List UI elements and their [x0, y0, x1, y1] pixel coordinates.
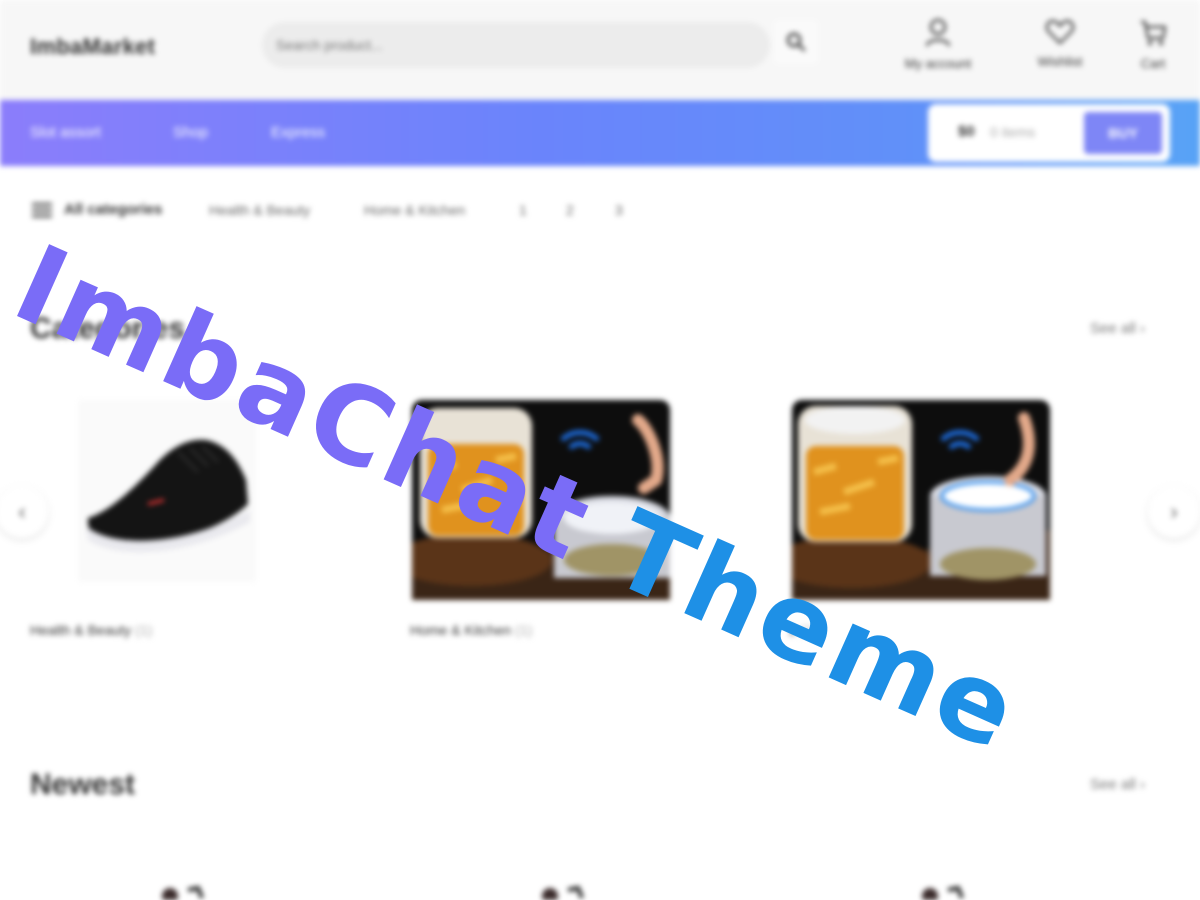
category-card-home-kitchen[interactable]	[392, 400, 670, 605]
nav-link-slot-assort[interactable]: Slot assort	[30, 124, 101, 141]
all-categories-button[interactable]: All categories	[32, 201, 162, 218]
my-account-label: My account	[904, 56, 972, 71]
wishlist-button[interactable]: Wishlist	[1025, 18, 1095, 69]
category-card-label[interactable]: Home & Kitchen (1)	[410, 622, 532, 638]
cart-label: Cart	[1140, 56, 1166, 71]
product-thumbnail[interactable]	[530, 884, 590, 900]
categories-section-title: Categories	[30, 312, 186, 345]
mini-cart-count: 0 items	[990, 124, 1036, 140]
chevron-left-icon: ‹	[18, 499, 26, 524]
category-card-health-beauty[interactable]	[78, 400, 256, 587]
food-chopper-image	[392, 400, 670, 600]
chevron-right-icon: ›	[1170, 499, 1178, 524]
category-link-home-kitchen[interactable]: Home & Kitchen	[364, 202, 465, 218]
my-account-button[interactable]: My account	[893, 18, 983, 71]
category-card-label[interactable]: Health & Beauty (1)	[30, 622, 152, 638]
nav-link-express[interactable]: Express	[271, 124, 325, 141]
newest-section-title: Newest	[30, 768, 136, 801]
carousel-prev-button[interactable]: ‹	[0, 486, 48, 538]
food-chopper-image-2	[772, 400, 1050, 600]
hamburger-menu-icon	[32, 202, 52, 217]
category-card-label[interactable]: 1 (1)	[788, 622, 817, 638]
category-count: (1)	[799, 622, 817, 638]
category-link-health-beauty[interactable]: Health & Beauty	[209, 202, 310, 218]
page-blurred: ImbaMarket My account Wishlist	[0, 0, 1200, 900]
see-all-label: See all	[1090, 320, 1136, 337]
mini-cart-total: $0	[958, 123, 975, 140]
brand-logo[interactable]: ImbaMarket	[30, 34, 155, 60]
category-name: Home & Kitchen	[410, 622, 512, 638]
user-icon	[925, 18, 951, 47]
category-count: (1)	[515, 622, 533, 638]
category-link-3[interactable]: 3	[615, 202, 623, 218]
see-all-label: See all	[1090, 776, 1136, 793]
all-categories-label: All categories	[64, 201, 163, 218]
category-count: (1)	[135, 622, 153, 638]
sneaker-image	[78, 400, 256, 582]
product-thumbnail[interactable]	[150, 884, 210, 900]
wishlist-label: Wishlist	[1037, 54, 1083, 69]
category-link-2[interactable]: 2	[566, 202, 574, 218]
carousel-next-button[interactable]: ›	[1148, 486, 1200, 538]
category-card-1[interactable]	[772, 400, 1050, 605]
category-link-1[interactable]: 1	[519, 202, 527, 218]
product-thumbnail[interactable]	[910, 884, 970, 900]
category-bar: All categories Health & Beauty Home & Ki…	[0, 190, 1200, 230]
newest-see-all-link[interactable]: See all ›	[1090, 776, 1145, 793]
cart-button[interactable]: Cart	[1128, 18, 1178, 71]
heart-icon	[1045, 19, 1075, 45]
cart-icon	[1141, 20, 1167, 46]
buy-button[interactable]: BUY	[1084, 112, 1162, 154]
category-name: 1	[788, 622, 796, 638]
site-header: ImbaMarket My account Wishlist	[0, 0, 1200, 100]
category-name: Health & Beauty	[30, 622, 132, 638]
search-input[interactable]	[262, 22, 770, 68]
search-button[interactable]	[774, 20, 818, 64]
search-icon	[786, 32, 806, 52]
nav-link-shop[interactable]: Shop	[173, 124, 208, 141]
categories-see-all-link[interactable]: See all ›	[1090, 320, 1145, 337]
